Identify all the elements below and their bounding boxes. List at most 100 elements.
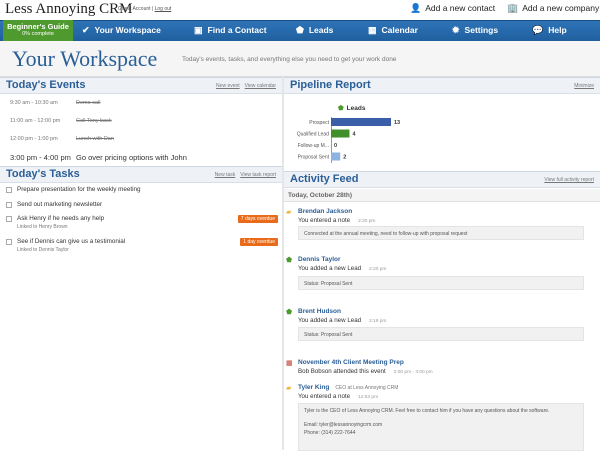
calendar-icon: ▦ [286,360,293,367]
page-header: Your Workspace Today's events, tasks, an… [0,41,600,77]
feed-entry-title[interactable]: Brendan Jackson [298,208,352,215]
view-task-report-link[interactable]: View task report [240,172,276,178]
nav-find-contact[interactable]: ▣ Find a Contact [194,20,267,41]
feed-entry-name: November 4th Client Meeting Prep [298,359,404,366]
task-label[interactable]: See if Dennis can give us a testimonial [17,238,125,245]
bar-value-label: 4 [352,132,356,138]
full-activity-report-link[interactable]: View full activity report [544,177,594,183]
feed-detail-line: Status: Proposal Sent [304,332,353,338]
event-time: 3:00 pm - 4:00 pm [10,153,71,162]
tag-icon: ⬟ [338,105,344,112]
task-label[interactable]: Ask Henry if he needs any help [17,215,104,222]
add-company-label: Add a new company [522,3,600,13]
logout-link[interactable]: Log out [155,6,172,12]
feed-entry-title[interactable]: November 4th Client Meeting Prep [298,359,404,366]
nav-your-workspace[interactable]: ✔ Your Workspace [82,20,161,41]
account-info: Guest Account | Log out [118,6,171,12]
feed-entry-title[interactable]: Brent Hudson [298,308,341,315]
add-contact-button[interactable]: 👤 Add a new contact [410,3,495,14]
contact-card-icon: ▣ [194,25,203,35]
bar-category-label: Follow-up M... [298,143,329,149]
feed-entry-action: You entered a note 12:53 pm [298,393,378,400]
task-linked-contact[interactable]: Linked to Dennis Taylor [17,247,69,253]
overdue-badge: 7 days overdue [237,215,278,223]
feed-day-header: Today, October 28th) [284,189,600,202]
feed-detail-box: Status: Proposal Sent [298,327,584,341]
guide-title: Beginner's Guide [7,22,69,31]
feed-entry-name: Dennis Taylor [298,256,341,263]
event-time: 12:00 pm - 1:00 pm [10,136,58,142]
bar-category-label: Qualified Lead [297,132,329,138]
nav-label: Your Workspace [94,25,161,35]
nav-help[interactable]: 💬 Help [532,20,567,41]
event-name: Lunch with Dan [76,136,114,142]
add-contact-label: Add a new contact [425,3,496,13]
top-bar: Less Annoying CRM Guest Account | Log ou… [0,0,600,20]
feed-entry-title[interactable]: Dennis Taylor [298,256,341,263]
feed-time: 2:00 pm - 3:00 pm [393,370,433,375]
add-company-button[interactable]: 🏢 Add a new company [507,3,599,14]
gear-icon: ✹ [452,25,460,35]
feed-entry-name: Tyler King [298,384,330,391]
event-name: Demo call [76,100,101,106]
task-checkbox[interactable] [6,239,12,245]
pipeline-bar[interactable] [331,152,341,161]
task-label[interactable]: Send out marketing newsletter [17,201,102,208]
task-checkbox[interactable] [6,216,12,222]
event-name: Call Tony back [76,118,112,124]
task-linked-contact[interactable]: Linked to Henry Brown [17,224,68,230]
feed-detail-box: Status: Proposal Sent [298,276,584,290]
feed-entry-role: CEO at Less Annoying CRM [335,385,399,391]
feed-entry-action: You added a new Lead 2:20 pm [298,265,386,272]
pipeline-links: Minimize [569,83,594,89]
events-panel-header: Today's Events New event View calendar [0,77,282,94]
feed-action-text: You entered a note [298,393,351,400]
new-task-link[interactable]: New task [215,172,236,178]
add-user-icon: 👤 [410,3,422,13]
feed-detail-line: Connected at the annual meeting, need to… [304,231,468,237]
feed-detail-box: Tyler is the CEO of Less Annoying CRM. F… [298,403,584,451]
minimize-link[interactable]: Minimize [574,83,594,89]
feed-action-text: You added a new Lead [298,265,362,272]
new-event-link[interactable]: New event [216,83,240,89]
feed-title: Activity Feed [290,173,359,185]
pipeline-bar[interactable] [331,118,391,126]
feed-detail-line: Tyler is the CEO of Less Annoying CRM. F… [304,408,550,414]
overdue-badge: 1 day overdue [240,238,278,246]
pipeline-bar[interactable] [331,129,350,138]
nav-label: Leads [308,25,334,35]
nav-leads[interactable]: ⬟ Leads [296,20,333,41]
feed-entry-action: You added a new Lead 2:19 pm [298,317,386,324]
pipeline-chart: Prospect 13 Qualified Lead 4 Follow-up M... 0… [297,118,400,161]
feed-detail-line: Status: Proposal Sent [304,281,353,287]
task-label[interactable]: Prepare presentation for the weekly meet… [17,186,141,193]
feed-time: 12:53 pm [358,395,379,400]
beginners-guide-button[interactable]: Beginner's Guide 0% complete [3,20,73,41]
tag-icon: ⬟ [286,257,293,264]
event-time: 9:30 am - 10:30 am [10,100,58,106]
nav-label: Settings [464,25,499,35]
nav-label: Help [548,25,567,35]
page-subtitle: Today's events, tasks, and everything el… [182,56,397,63]
brand-logo[interactable]: Less Annoying CRM [5,1,133,18]
feed-entry-title[interactable]: Tyler King CEO at Less Annoying CRM [298,384,398,391]
help-bubble-icon: 💬 [532,25,544,35]
feed-entry-name: Brent Hudson [298,308,341,315]
task-checkbox[interactable] [6,202,12,208]
feed-action-text: You entered a note [298,217,351,224]
event-time: 11:00 am - 12:00 pm [10,118,61,124]
feed-entry-action: You entered a note 2:20 pm [298,217,375,224]
tasks-panel-header: Today's Tasks New task View task report [0,166,282,183]
nav-calendar[interactable]: ▦ Calendar [368,20,418,41]
task-checkbox[interactable] [6,187,12,193]
view-calendar-link[interactable]: View calendar [245,83,276,89]
feed-detail-line: Email: tyler@lessannoyingcrm.com [304,422,383,428]
feed-action-text: You added a new Lead [298,317,362,324]
chart-title-text: Leads [346,105,366,112]
nav-settings[interactable]: ✹ Settings [452,20,498,41]
tag-icon: ⬟ [296,25,304,35]
tag-icon: ⬟ [286,309,293,316]
bar-value-label: 2 [343,155,346,161]
pipeline-panel-header: Pipeline Report Minimize [284,77,600,94]
bar-value-label: 0 [334,143,337,149]
